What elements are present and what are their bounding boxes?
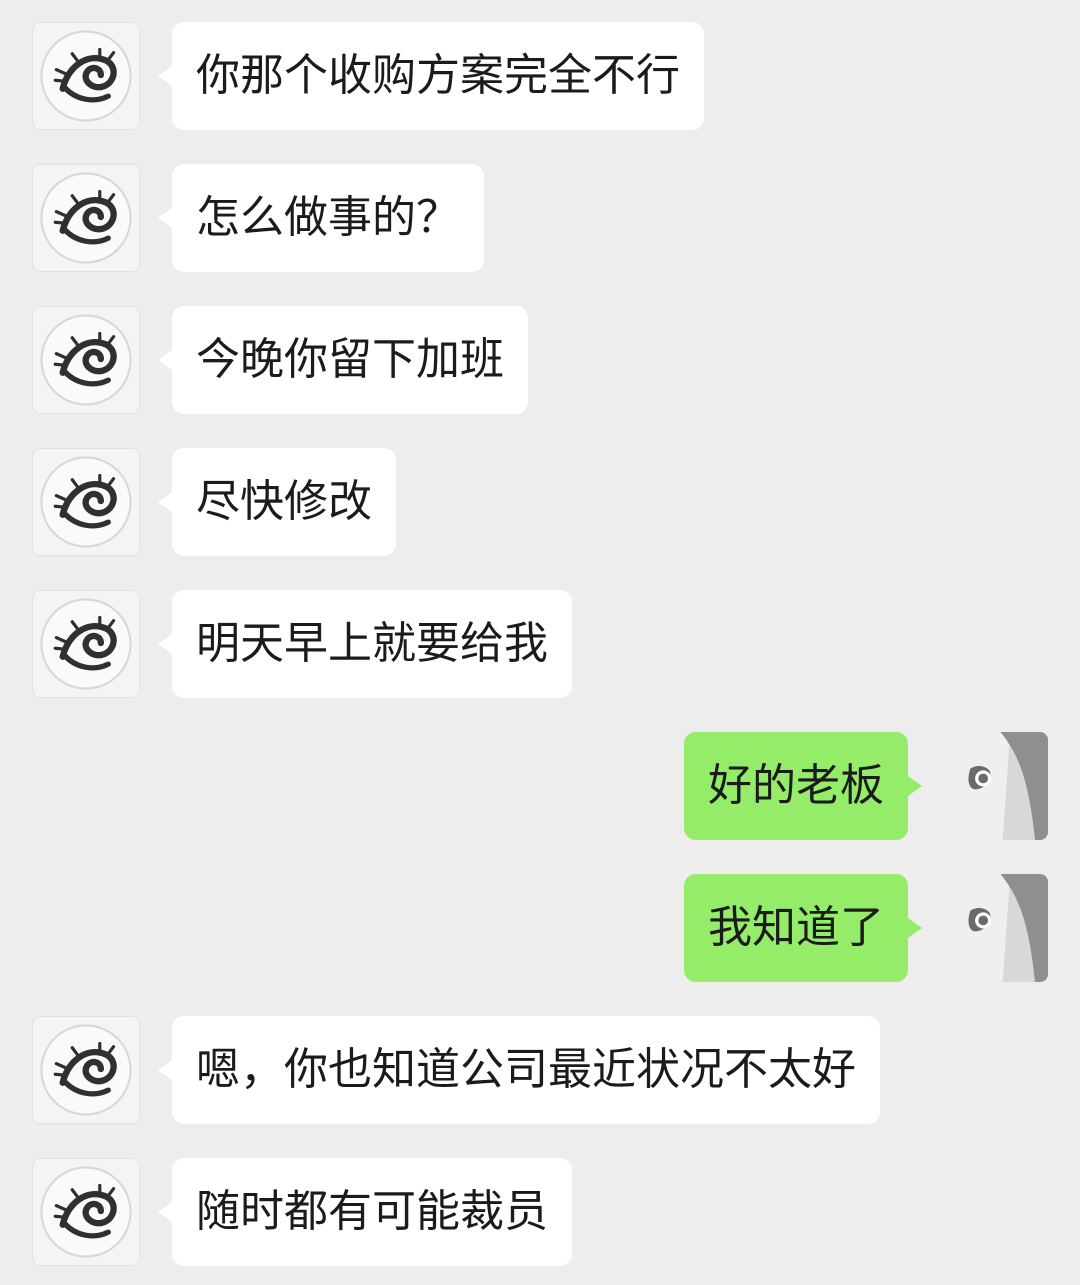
message-bubble[interactable]: 尽快修改 (158, 448, 396, 556)
message-row-outgoing: 我知道了 (0, 874, 1080, 984)
message-row-outgoing: 好的老板 (0, 732, 1080, 842)
message-row-incoming: 你那个收购方案完全不行 (0, 22, 1080, 132)
dragon-avatar-icon[interactable] (32, 448, 140, 556)
message-row-incoming: 今晚你留下加班 (0, 306, 1080, 416)
person-avatar-icon[interactable] (940, 732, 1048, 840)
message-bubble[interactable]: 嗯，你也知道公司最近状况不太好 (158, 1016, 880, 1124)
message-bubble[interactable]: 你那个收购方案完全不行 (158, 22, 704, 130)
chat-message-list: 你那个收购方案完全不行 怎么做事的？ 今晚你留下加班 尽快修改 明天早上就要给我… (0, 0, 1080, 1285)
message-bubble[interactable]: 我知道了 (684, 874, 922, 982)
person-avatar-icon[interactable] (940, 874, 1048, 982)
dragon-avatar-icon[interactable] (32, 306, 140, 414)
dragon-avatar-icon[interactable] (32, 1158, 140, 1266)
dragon-avatar-icon[interactable] (32, 590, 140, 698)
dragon-avatar-icon[interactable] (32, 1016, 140, 1124)
dragon-avatar-icon[interactable] (32, 22, 140, 130)
message-row-incoming: 怎么做事的？ (0, 164, 1080, 274)
message-row-incoming: 明天早上就要给我 (0, 590, 1080, 700)
message-row-incoming: 尽快修改 (0, 448, 1080, 558)
message-bubble[interactable]: 怎么做事的？ (158, 164, 484, 272)
message-bubble[interactable]: 好的老板 (684, 732, 922, 840)
message-row-incoming: 嗯，你也知道公司最近状况不太好 (0, 1016, 1080, 1126)
message-bubble[interactable]: 随时都有可能裁员 (158, 1158, 572, 1266)
message-bubble[interactable]: 明天早上就要给我 (158, 590, 572, 698)
dragon-avatar-icon[interactable] (32, 164, 140, 272)
message-row-incoming: 随时都有可能裁员 (0, 1158, 1080, 1268)
message-bubble[interactable]: 今晚你留下加班 (158, 306, 528, 414)
